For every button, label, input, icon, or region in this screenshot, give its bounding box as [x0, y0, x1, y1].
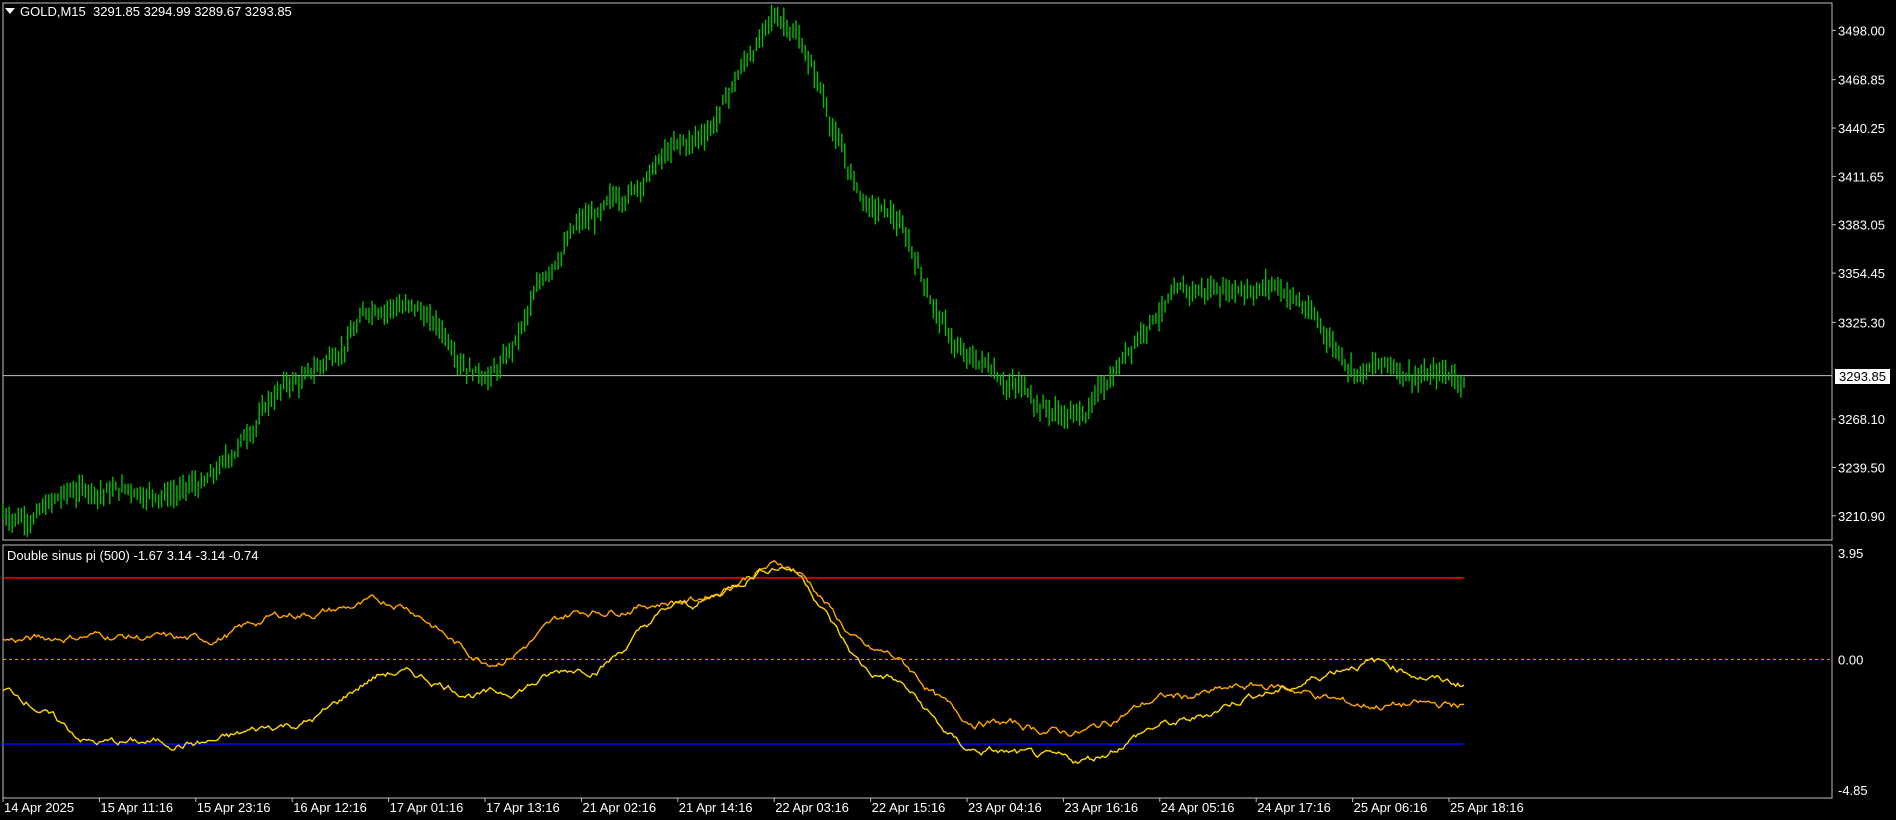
time-label: 15 Apr 11:16: [100, 800, 173, 815]
time-label: 14 Apr 2025: [4, 800, 74, 815]
price-panel-frame: [2, 2, 1833, 541]
time-label: 17 Apr 13:16: [486, 800, 560, 815]
price-label: 3239.50: [1838, 460, 1885, 475]
chart-canvas[interactable]: 3498.00 3468.85 3440.25 3411.65 3383.05 3354.…: [0, 0, 1896, 820]
indicator-axis-label: -4.85: [1838, 783, 1868, 798]
price-bars-path: [2, 4, 1465, 538]
time-label: 16 Apr 12:16: [293, 800, 367, 815]
time-label: 23 Apr 16:16: [1064, 800, 1138, 815]
price-axis: 3498.00 3468.85 3440.25 3411.65 3383.05 3354.…: [1832, 23, 1885, 524]
time-axis: 14 Apr 2025 15 Apr 11:16 15 Apr 23:16 16 Ap…: [2, 798, 1524, 815]
indicator-lines: [2, 559, 1465, 765]
time-label: 23 Apr 04:16: [968, 800, 1042, 815]
price-label: 3210.90: [1838, 509, 1885, 524]
indicator-panel-frame: [2, 544, 1833, 799]
indicator-series-line-2: [2, 567, 1465, 765]
price-label: 3268.10: [1838, 412, 1885, 427]
time-label: 24 Apr 05:16: [1161, 800, 1235, 815]
time-label: 15 Apr 23:16: [197, 800, 271, 815]
indicator-axis: 3.95 0.00 -4.85: [1838, 546, 1868, 798]
time-label: 24 Apr 17:16: [1257, 800, 1331, 815]
time-label: 21 Apr 14:16: [679, 800, 753, 815]
indicator-levels: [3, 577, 1832, 745]
price-label: 3440.25: [1838, 121, 1885, 136]
price-label: 3354.45: [1838, 266, 1885, 281]
time-label: 25 Apr 18:16: [1450, 800, 1524, 815]
time-label: 25 Apr 06:16: [1354, 800, 1428, 815]
price-bar-series: [2, 4, 1465, 538]
indicator-series-line-1: [2, 559, 1465, 737]
price-label: 3468.85: [1838, 73, 1885, 88]
current-price-tag: 3293.85: [1834, 367, 1891, 385]
price-label: 3383.05: [1838, 218, 1885, 233]
indicator-axis-label: 3.95: [1838, 546, 1863, 561]
time-label: 22 Apr 15:16: [872, 800, 946, 815]
price-label: 3498.00: [1838, 23, 1885, 38]
indicator-axis-label: 0.00: [1838, 652, 1863, 667]
time-label: 21 Apr 02:16: [582, 800, 656, 815]
price-label: 3411.65: [1838, 169, 1884, 184]
price-label: 3325.30: [1838, 315, 1885, 330]
time-label: 22 Apr 03:16: [775, 800, 849, 815]
time-label: 17 Apr 01:16: [390, 800, 464, 815]
